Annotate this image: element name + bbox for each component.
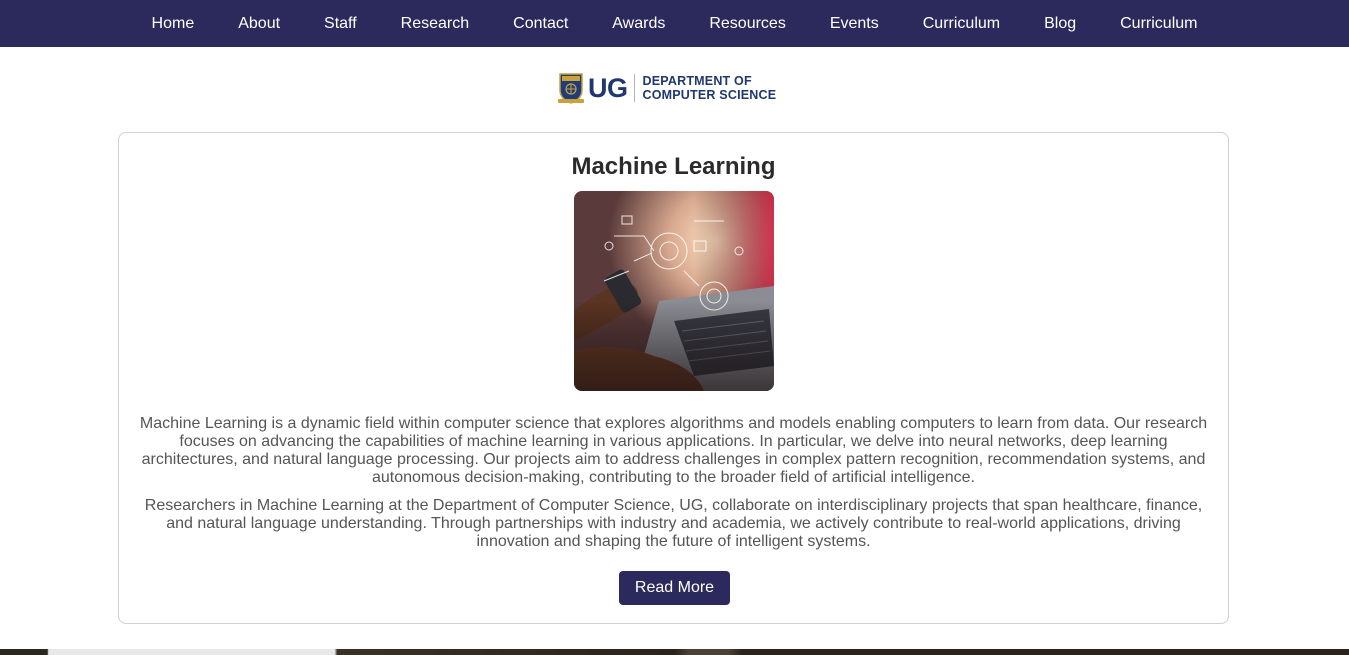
nav-events[interactable]: Events [808,0,901,47]
nav-curriculum[interactable]: Curriculum [901,0,1022,47]
nav-about[interactable]: About [216,0,302,47]
nav-research[interactable]: Research [379,0,491,47]
card-description: Machine Learning is a dynamic field with… [137,415,1210,561]
logo-line-1: DEPARTMENT OF [642,74,752,88]
card-title: Machine Learning [571,153,776,180]
nav-staff[interactable]: Staff [302,0,379,47]
nav-resources[interactable]: Resources [687,0,807,47]
nav-awards[interactable]: Awards [590,0,687,47]
logo-divider [633,74,635,102]
read-more-button[interactable]: Read More [619,571,730,605]
top-navigation: Home About Staff Research Contact Awards… [0,0,1349,47]
research-card: Machine Learning Machine Learning is a d… [118,132,1229,624]
nav-contact[interactable]: Contact [491,0,590,47]
logo-line-2: COMPUTER SCIENCE [642,88,777,102]
nav-curriculum-2[interactable]: Curriculum [1098,0,1219,47]
department-logo[interactable]: UG DEPARTMENT OF COMPUTER SCIENCE [558,70,776,106]
logo-ug-text: UG [588,72,628,103]
logo-department-name: DEPARTMENT OF COMPUTER SCIENCE [643,74,777,102]
university-crest-icon [558,72,584,104]
description-paragraph-2: Researchers in Machine Learning at the D… [144,497,1203,550]
description-paragraph-1: Machine Learning is a dynamic field with… [139,415,1208,486]
nav-blog[interactable]: Blog [1022,0,1098,47]
machine-learning-image [574,191,774,391]
nav-home[interactable]: Home [130,0,217,47]
next-section-edge [0,649,1349,655]
